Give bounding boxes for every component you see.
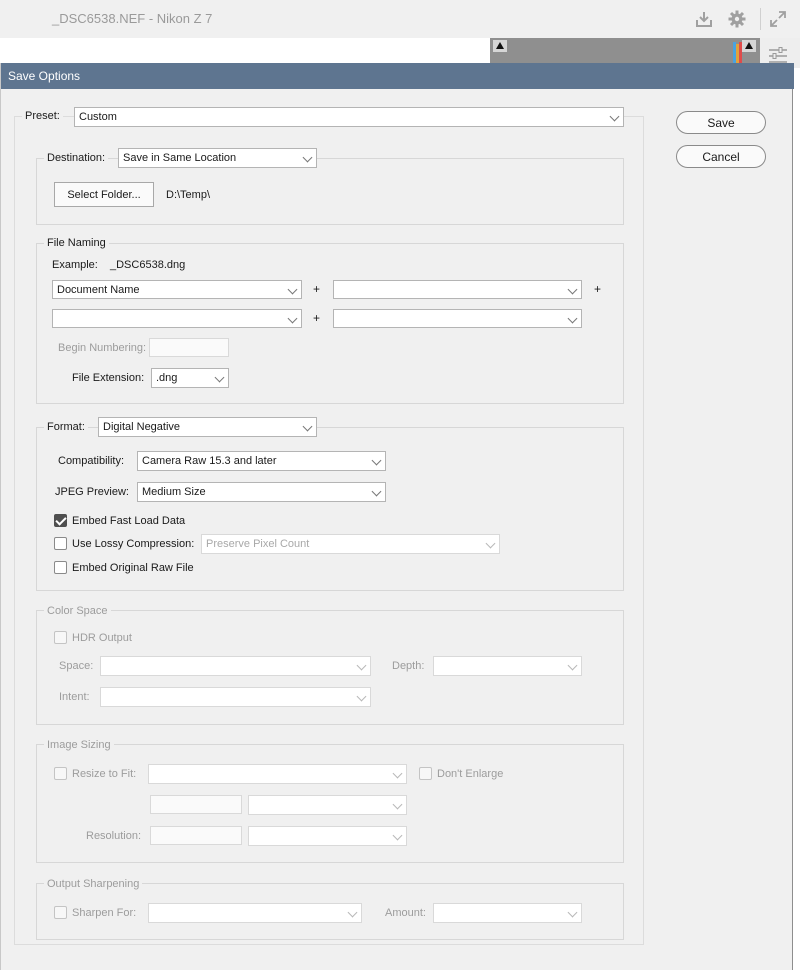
chevron-down-icon (371, 486, 382, 497)
background-window-title: _DSC6538.NEF - Nikon Z 7 (52, 11, 213, 26)
resize-to-fit-label: Resize to Fit: (72, 768, 137, 780)
download-icon[interactable] (694, 9, 716, 29)
lossy-compression-label: Use Lossy Compression: (72, 538, 195, 550)
format-label: Format: (44, 421, 88, 433)
chevron-down-icon (567, 907, 578, 918)
dialog-title: Save Options (8, 69, 81, 83)
lossy-compression-select[interactable]: Preserve Pixel Count (201, 534, 500, 554)
hdr-output-label: HDR Output (72, 632, 132, 644)
plus-separator: + (313, 311, 321, 325)
toolbar-divider (760, 8, 761, 30)
chevron-down-icon (392, 768, 403, 779)
destination-path: D:\Temp\ (166, 189, 211, 201)
hdr-output-checkbox[interactable] (54, 631, 67, 644)
depth-label: Depth: (392, 660, 425, 672)
file-naming-legend: File Naming (44, 237, 109, 249)
save-button[interactable]: Save (676, 111, 766, 134)
plus-separator: + (313, 282, 321, 296)
naming-field-3[interactable] (52, 309, 302, 328)
naming-field-4[interactable] (333, 309, 582, 328)
embed-fast-load-label: Embed Fast Load Data (72, 515, 186, 527)
select-folder-button[interactable]: Select Folder... (54, 182, 154, 207)
cancel-button[interactable]: Cancel (676, 145, 766, 168)
resize-to-fit-checkbox[interactable] (54, 767, 67, 780)
expand-icon[interactable] (768, 9, 790, 29)
save-options-dialog: Save Options Preset: Custom Save Cancel … (0, 63, 794, 970)
chevron-down-icon (356, 660, 367, 671)
depth-select[interactable] (433, 656, 582, 676)
size-unit-select[interactable] (248, 795, 407, 815)
plus-separator: + (594, 282, 602, 296)
gear-icon[interactable] (727, 9, 749, 29)
chevron-down-icon (609, 111, 620, 122)
chevron-down-icon (392, 830, 403, 841)
chevron-down-icon (356, 691, 367, 702)
chevron-down-icon (287, 313, 298, 324)
chevron-down-icon (287, 284, 298, 295)
chevron-down-icon (302, 421, 313, 432)
destination-select[interactable]: Save in Same Location (118, 148, 317, 168)
begin-numbering-input[interactable] (149, 338, 229, 357)
intent-label: Intent: (59, 691, 90, 703)
color-space-legend: Color Space (44, 605, 111, 617)
naming-field-1[interactable]: Document Name (52, 280, 302, 299)
space-label: Space: (59, 660, 94, 672)
chevron-down-icon (567, 284, 578, 295)
resolution-input[interactable] (150, 826, 242, 845)
sharpen-for-checkbox[interactable] (54, 906, 67, 919)
compatibility-select[interactable]: Camera Raw 15.3 and later (137, 451, 386, 471)
example-value: _DSC6538.dng (110, 259, 186, 271)
embed-original-raw-label: Embed Original Raw File (72, 562, 194, 574)
chevron-down-icon (214, 372, 225, 383)
dont-enlarge-checkbox[interactable] (419, 767, 432, 780)
chevron-down-icon (485, 538, 496, 549)
amount-label: Amount: (385, 907, 426, 919)
jpeg-preview-label: JPEG Preview: (55, 486, 129, 498)
space-select[interactable] (100, 656, 371, 676)
embed-original-raw-checkbox[interactable] (54, 561, 67, 574)
amount-select[interactable] (433, 903, 582, 923)
chevron-down-icon (567, 313, 578, 324)
chevron-down-icon (371, 455, 382, 466)
size-input[interactable] (150, 795, 242, 814)
compatibility-label: Compatibility: (58, 455, 125, 467)
lossy-compression-checkbox[interactable] (54, 537, 67, 550)
intent-select[interactable] (100, 687, 371, 707)
output-sharpening-legend: Output Sharpening (44, 878, 143, 890)
resolution-unit-select[interactable] (248, 826, 407, 846)
chevron-down-icon (302, 152, 313, 163)
preset-select[interactable]: Custom (74, 107, 624, 127)
preset-label: Preset: (22, 110, 63, 122)
format-select[interactable]: Digital Negative (98, 417, 317, 437)
highlight-clipping-icon[interactable] (742, 40, 756, 52)
jpeg-preview-select[interactable]: Medium Size (137, 482, 386, 502)
chevron-down-icon (567, 660, 578, 671)
embed-fast-load-checkbox[interactable] (54, 514, 67, 527)
chevron-down-icon (347, 907, 358, 918)
file-extension-label: File Extension: (72, 372, 145, 384)
destination-label: Destination: (44, 152, 109, 164)
resolution-label: Resolution: (86, 830, 142, 842)
example-label: Example: (52, 259, 98, 271)
resize-to-fit-select[interactable] (148, 764, 407, 784)
begin-numbering-label: Begin Numbering: (58, 342, 147, 354)
sharpen-for-label: Sharpen For: (72, 907, 137, 919)
dialog-titlebar[interactable]: Save Options (1, 63, 794, 89)
file-extension-select[interactable]: .dng (151, 368, 229, 388)
image-sizing-legend: Image Sizing (44, 739, 114, 751)
shadow-clipping-icon[interactable] (493, 40, 507, 52)
sharpen-for-select[interactable] (148, 903, 362, 923)
naming-field-2[interactable] (333, 280, 582, 299)
background-titlebar: _DSC6538.NEF - Nikon Z 7 (0, 0, 800, 38)
chevron-down-icon (392, 799, 403, 810)
dont-enlarge-label: Don't Enlarge (437, 768, 504, 780)
